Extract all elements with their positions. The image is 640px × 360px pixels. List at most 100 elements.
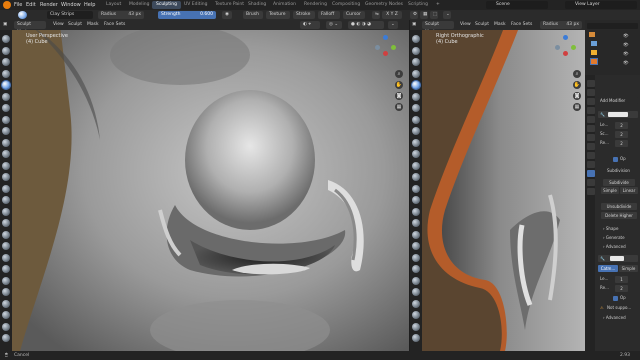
menu-help[interactable]: Help [84,1,95,9]
sculpt-brush-icon[interactable] [412,81,420,89]
sculpt-brush-icon[interactable] [2,288,10,296]
strength-field[interactable]: Strength 0.600 [158,11,216,19]
sculpt-brush-icon[interactable] [412,35,420,43]
properties-tab-icon[interactable] [587,188,595,195]
tab-geometry-nodes[interactable]: Geometry Nodes [361,1,407,9]
render-levels-value[interactable]: 2 [615,140,628,147]
texture-menu[interactable]: Texture [266,11,290,19]
properties-tab-icon[interactable] [587,134,595,141]
tab-modeling[interactable]: Modeling [125,1,153,9]
properties-tab-icon[interactable] [587,179,595,186]
sculpt-brush-icon[interactable] [412,230,420,239]
viewport-right[interactable]: Right Orthographic (4) Cube ⌕ ✋ ◙ ▦ [410,30,585,351]
sculpt-brush-icon[interactable] [2,92,10,101]
modifier-name-field-2[interactable] [610,256,624,261]
properties-tab-icon[interactable] [587,107,595,114]
modifier-header[interactable]: 🔧 [598,111,638,118]
linear-button[interactable]: Linear [620,187,638,194]
sculpt-brush-icon[interactable] [412,58,420,66]
sculpt-brush-icon[interactable] [2,230,10,239]
axis-neg-icon[interactable] [555,45,560,50]
tab-compositing[interactable]: Compositing [328,1,364,9]
collection-icon[interactable] [589,32,595,37]
menu-window[interactable]: Window [61,1,81,9]
simple-mode-button[interactable]: Simple [619,265,638,272]
blender-logo-icon[interactable] [3,1,11,9]
menu-mask-right[interactable]: Mask [491,21,509,29]
sculpt-brush-icon[interactable] [412,138,420,147]
unsubdivide-button[interactable]: Unsubdivide [601,203,637,210]
properties-tab-icon[interactable] [587,161,595,168]
advanced-section[interactable]: › Advanced [603,244,626,250]
levels-value-2[interactable]: 1 [615,276,628,283]
menu-face-sets[interactable]: Face Sets [101,21,128,29]
dyntopo-icon[interactable]: ▦ [420,11,428,19]
sculpt-brush-icon[interactable] [2,58,10,66]
brush-preview-icon[interactable] [18,11,27,19]
pressure-toggle[interactable]: ◉ [222,11,232,19]
menu-face-sets-right[interactable]: Face Sets [508,21,535,29]
sculpt-brush-icon[interactable] [2,104,10,112]
sculpt-brush-icon[interactable] [412,184,420,193]
add-modifier-button[interactable]: Add Modifier [598,97,638,104]
radius-field[interactable]: Radius 43 px [98,11,144,19]
sculpt-brush-icon[interactable] [412,299,420,308]
axis-y-icon[interactable] [571,45,576,50]
remesh-icon[interactable]: ⬚ [430,11,438,19]
sculpt-brush-icon[interactable] [2,242,10,250]
sculpt-brush-icon[interactable] [2,69,10,78]
brush-menu[interactable]: Brush [243,11,263,19]
sculpt-brush-icon[interactable] [2,311,10,319]
modifier-header-2[interactable]: 🔧 [598,255,638,262]
viewport-left[interactable]: User Perspective (4) Cube ⌕ ✋ ◙ ▦ [0,30,409,351]
sculpt-brush-icon[interactable] [412,104,420,112]
sculpt-brush-icon[interactable] [412,207,420,216]
sculpt-brush-icon[interactable] [2,219,10,227]
properties-tab-icon[interactable] [587,143,595,150]
catmull-clark-button[interactable]: Catm... [598,265,618,272]
menu-edit[interactable]: Edit [26,1,36,9]
sculpt-brush-icon[interactable] [2,334,10,342]
visibility-toggles[interactable]: 👁 👁 👁 👁 [623,32,637,68]
sculpt-brush-icon[interactable] [2,138,10,147]
view-layer-selector[interactable]: View Layer [565,1,637,9]
grid-icon[interactable]: ▦ [395,103,403,111]
properties-tab-icon[interactable] [587,116,595,123]
subdivision-section[interactable]: Subdivision [607,168,630,174]
sculpt-brush-icon[interactable] [412,242,420,250]
shading-options[interactable]: ⌄ [388,21,398,29]
menu-sculpt[interactable]: Sculpt [65,21,85,29]
axis-x-icon[interactable] [383,51,388,56]
sculpt-brush-icon[interactable] [412,253,420,262]
brush-name-field[interactable]: Clay Strips [47,11,93,19]
sculpt-brush-icon[interactable] [412,150,420,158]
pan-hand-icon[interactable]: ✋ [395,81,403,89]
sculpt-brush-icon[interactable] [412,92,420,101]
properties-tab-icon[interactable] [587,170,595,177]
sculpt-brush-icon[interactable] [2,184,10,193]
mode-selector-right[interactable]: Sculpt Mode [422,21,454,35]
zoom-icon[interactable]: ⌕ [395,70,403,78]
camera-icon[interactable]: ◙ [395,92,403,100]
sculpt-levels-value[interactable]: 2 [615,131,628,138]
tab-sculpting[interactable]: Sculpting [152,1,182,9]
levels-viewport-value[interactable]: 2 [615,122,628,129]
stroke-menu[interactable]: Stroke [293,11,315,19]
sculpt-brush-icon[interactable] [2,81,10,89]
subdivide-button[interactable]: Subdivide [603,179,635,186]
sculpt-brush-icon[interactable] [2,196,10,204]
sculpt-brush-icon[interactable] [412,219,420,227]
falloff-menu[interactable]: Falloff [318,11,340,19]
cube-object-icon[interactable] [591,59,597,64]
tab-texture-paint[interactable]: Texture Paint [211,1,248,9]
editor-type-icon[interactable]: ▣ [412,21,420,29]
cursor-menu[interactable]: Cursor [343,11,365,19]
sculpt-brush-icon[interactable] [412,69,420,78]
navigation-gizmo[interactable] [373,35,397,59]
optimal-display-checkbox[interactable] [613,157,618,162]
generate-section[interactable]: › Generate [603,235,625,241]
axis-z-icon[interactable] [563,35,568,40]
overlay-icon[interactable]: ◎ ⌄ [326,21,342,29]
properties-tab-icon[interactable] [587,80,595,87]
sculpt-brush-icon[interactable] [412,46,420,55]
